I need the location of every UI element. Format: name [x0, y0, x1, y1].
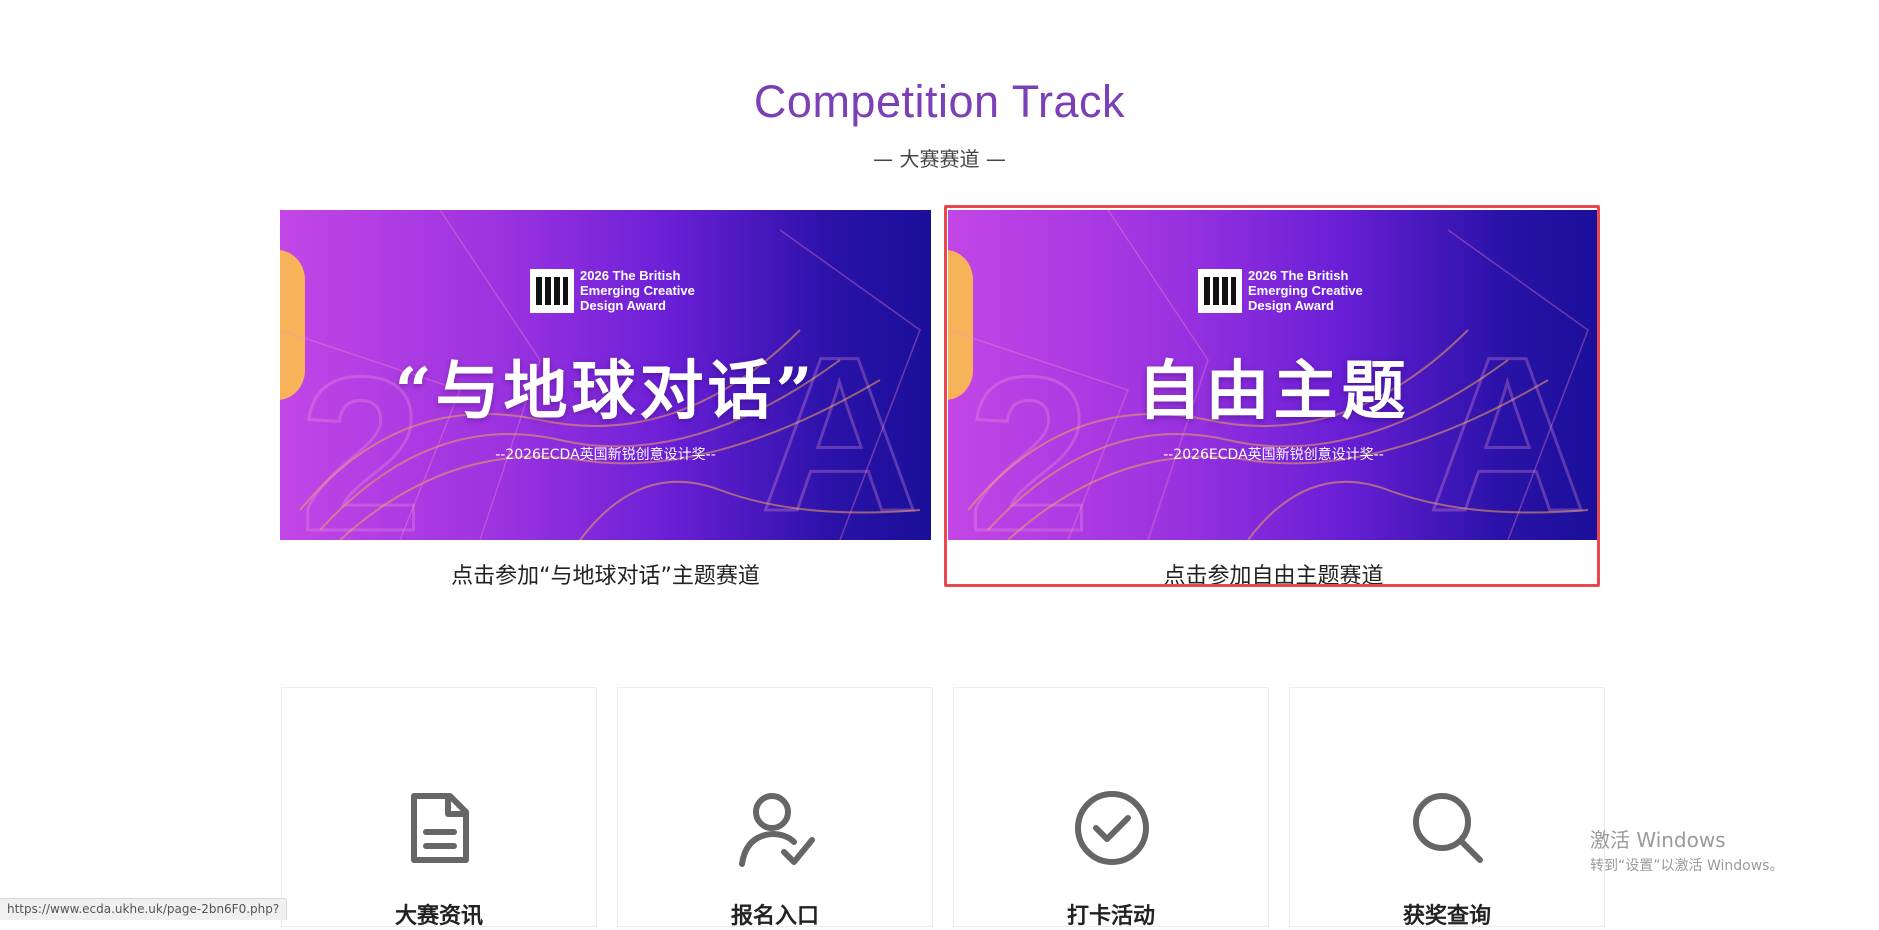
feature-card-award-search[interactable]: 获奖查询: [1289, 687, 1605, 929]
track-caption-link[interactable]: 点击参加自由主题赛道: [948, 558, 1599, 590]
activate-windows-hint: 转到“设置”以激活 Windows。: [1590, 858, 1784, 874]
feature-card-register[interactable]: 报名入口: [617, 687, 933, 929]
feature-label: 获奖查询: [1402, 904, 1491, 929]
banner-logo-text: 2026 The British Emerging Creative Desig…: [1248, 268, 1363, 313]
banner-logo-text: 2026 The British Emerging Creative Desig…: [580, 268, 695, 313]
feature-card-news[interactable]: 大赛资讯: [281, 687, 597, 929]
windows-activation-watermark: 激活 Windows 转到“设置”以激活 Windows。: [1590, 824, 1783, 875]
banner-title: 自由主题: [1137, 354, 1410, 429]
banner-subtitle: --2026ECDA英国新锐创意设计奖--: [1163, 447, 1384, 463]
check-circle-icon: [1075, 791, 1149, 865]
track-card-free-theme[interactable]: 2 A 2026 The British Emerging Creative D…: [944, 205, 1600, 589]
section-subtitle: — 大赛赛道 —: [873, 147, 1006, 171]
link-url-status: https://www.ecda.ukhe.uk/page-2bn6F0.php…: [0, 898, 288, 920]
document-icon: [411, 793, 469, 863]
user-check-icon: [739, 793, 815, 867]
ecda-logo-icon: [530, 268, 574, 313]
banner-logo: 2026 The British Emerging Creative Desig…: [530, 268, 695, 313]
track-caption-link[interactable]: 点击参加“与地球对话”主题赛道: [280, 558, 931, 590]
banner-subtitle: --2026ECDA英国新锐创意设计奖--: [495, 447, 716, 463]
feature-label: 大赛资讯: [394, 904, 483, 929]
feature-label: 打卡活动: [1066, 904, 1155, 929]
track-banner[interactable]: 2 A 2026 The British Emerging Creative D…: [948, 210, 1599, 540]
section-title: Competition Track: [753, 76, 1126, 127]
search-icon: [1413, 793, 1483, 863]
feature-label: 报名入口: [730, 904, 819, 929]
banner-logo: 2026 The British Emerging Creative Desig…: [1198, 268, 1363, 313]
banner-title: “与地球对话”: [394, 354, 817, 429]
feature-card-checkin[interactable]: 打卡活动: [953, 687, 1269, 929]
track-card-earth-dialogue[interactable]: 2 A 2026 The British Emerging Creative D…: [280, 210, 931, 589]
activate-windows-title: 激活 Windows: [1590, 828, 1726, 852]
ecda-logo-icon: [1198, 268, 1242, 313]
track-banner[interactable]: 2 A 2026 The British Emerging Creative D…: [280, 210, 931, 540]
